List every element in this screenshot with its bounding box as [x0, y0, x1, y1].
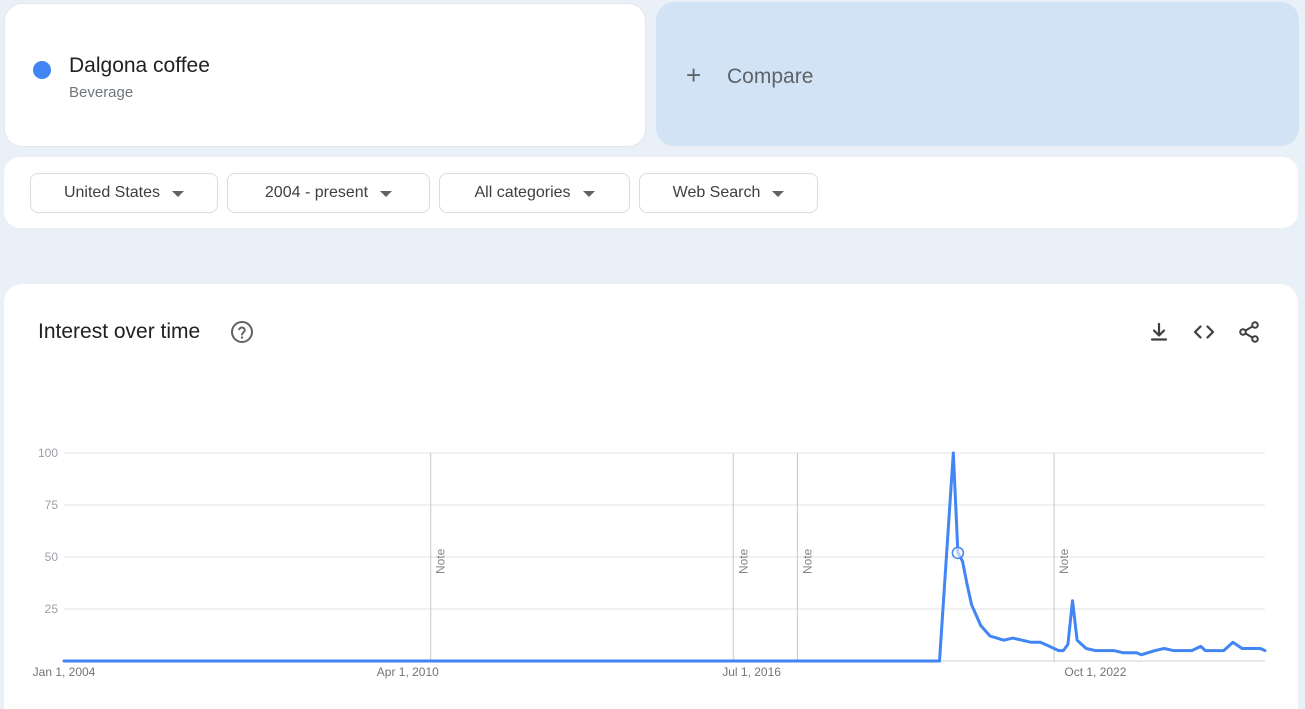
plus-icon: + — [686, 60, 702, 90]
note-label: Note — [800, 548, 814, 574]
search-type-filter-dropdown[interactable]: Web Search — [639, 173, 818, 213]
y-tick-label: 25 — [45, 602, 59, 616]
chevron-down-icon — [380, 191, 393, 197]
interest-over-time-card: Interest over time 100 75 50 25 Note Note Note… — [4, 284, 1298, 709]
x-tick-label: Apr 1, 2010 — [377, 665, 439, 679]
chevron-down-icon — [772, 191, 785, 197]
search-type-filter-label: Web Search — [672, 184, 761, 201]
x-tick-label: Jul 1, 2016 — [722, 665, 781, 679]
filter-bar: United States 2004 - present All categor… — [4, 157, 1298, 228]
x-tick-label: Oct 1, 2022 — [1064, 665, 1126, 679]
x-tick-label: Jan 1, 2004 — [33, 665, 96, 679]
term-color-dot — [33, 61, 51, 79]
time-range-filter-label: 2004 - present — [264, 184, 369, 201]
search-term-name: Dalgona coffee — [69, 54, 210, 77]
chevron-down-icon — [582, 191, 595, 197]
chevron-down-icon — [172, 191, 185, 197]
search-term-card[interactable]: Dalgona coffee Beverage — [4, 3, 646, 147]
y-tick-label: 50 — [45, 550, 59, 564]
search-term-type: Beverage — [69, 84, 134, 101]
region-filter-dropdown[interactable]: United States — [30, 173, 218, 213]
y-tick-label: 75 — [45, 498, 59, 512]
time-range-filter-dropdown[interactable]: 2004 - present — [227, 173, 430, 213]
note-label: Note — [736, 548, 750, 574]
compare-button[interactable]: + Compare — [656, 2, 1299, 146]
region-filter-label: United States — [63, 184, 161, 201]
compare-label: Compare — [727, 65, 814, 88]
y-tick-label: 100 — [38, 446, 58, 460]
hover-point-marker — [951, 546, 965, 560]
category-filter-dropdown[interactable]: All categories — [439, 173, 630, 213]
note-label: Note — [434, 548, 448, 574]
note-label: Note — [1057, 548, 1071, 574]
interest-chart: 100 75 50 25 Note Note Note Note Jan 1, 2004 Apr … — [33, 446, 1267, 679]
category-filter-label: All categories — [474, 184, 571, 201]
